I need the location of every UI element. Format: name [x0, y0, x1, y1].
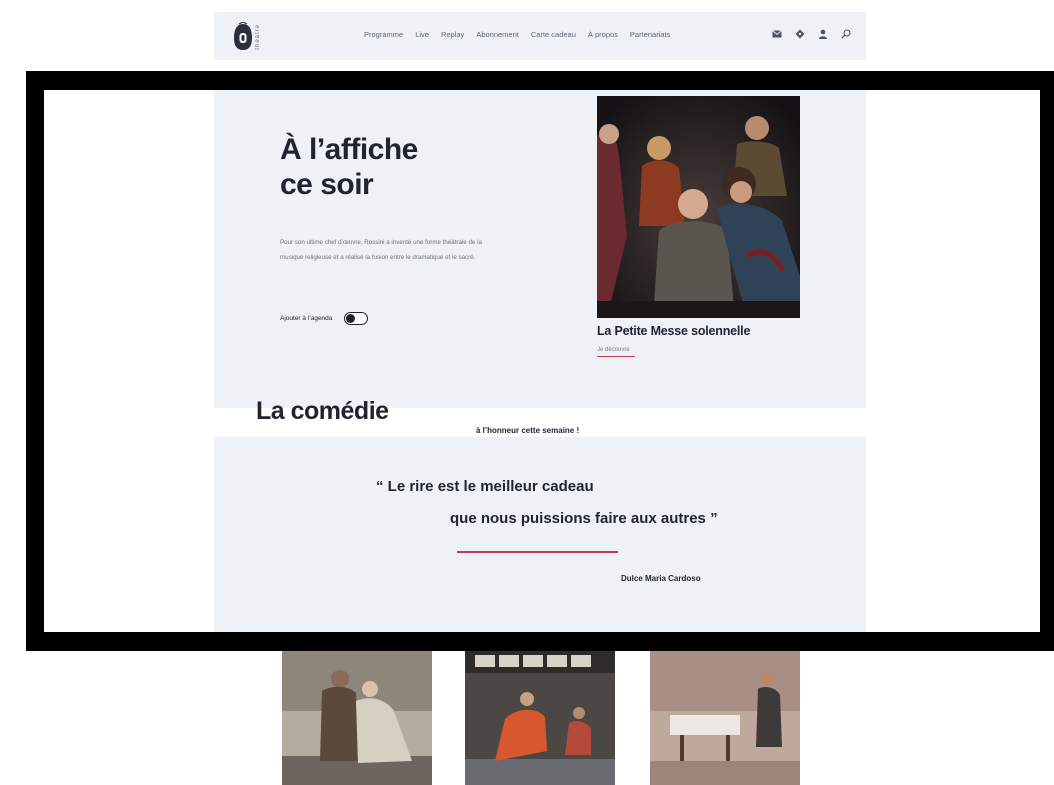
discover-link[interactable]: Je découvre	[597, 347, 630, 353]
show-title[interactable]: La Petite Messe solennelle	[597, 324, 750, 338]
comedy-title: La comédie	[256, 397, 389, 425]
toggle-knob	[346, 314, 356, 323]
logo-wordmark: théâtre	[255, 24, 261, 50]
agenda-label: Ajouter à l’agenda	[280, 315, 333, 322]
main-menu: Programme Live Replay Abonnement Carte c…	[364, 30, 670, 39]
comedy-thumbnail-1[interactable]	[282, 651, 432, 785]
ticket-icon[interactable]	[794, 28, 806, 40]
quote-line-1: “ Le rire est le meilleur cadeau	[376, 478, 594, 495]
menu-item-carte-cadeau[interactable]: Carte cadeau	[531, 30, 576, 39]
mail-icon[interactable]	[771, 28, 783, 40]
menu-item-live[interactable]: Live	[415, 30, 429, 39]
nav-tools	[771, 28, 852, 40]
menu-item-a-propos[interactable]: À propos	[588, 30, 618, 39]
menu-item-partenariats[interactable]: Partenariats	[630, 30, 670, 39]
agenda-toggle[interactable]	[344, 312, 369, 325]
hero-title-line1: À l’affiche	[280, 133, 418, 166]
hero-title-line2: ce soir	[280, 168, 374, 201]
comedy-thumbnail-2[interactable]	[465, 651, 615, 785]
quote-author: Dulce Maria Cardoso	[621, 574, 701, 583]
hero-title: À l’affiche ce soir	[280, 132, 418, 202]
search-icon[interactable]	[840, 28, 852, 40]
agenda-row: Ajouter à l’agenda	[280, 312, 369, 325]
show-photo[interactable]	[597, 96, 800, 318]
discover-underline	[597, 356, 635, 357]
menu-item-abonnement[interactable]: Abonnement	[476, 30, 519, 39]
hero-description: Pour son ultime chef d’œuvre, Rossini a …	[280, 239, 482, 261]
comedy-thumbnail-3[interactable]	[650, 651, 800, 785]
menu-item-replay[interactable]: Replay	[441, 30, 464, 39]
theatre-logo[interactable]	[230, 21, 256, 52]
menu-item-programme[interactable]: Programme	[364, 30, 403, 39]
top-navigation: théâtre Programme Live Replay Abonnement…	[214, 12, 866, 60]
user-icon[interactable]	[817, 28, 829, 40]
quote-divider	[457, 551, 618, 553]
comedy-subtitle: à l’honneur cette semaine !	[476, 426, 580, 435]
quote-line-2: que nous puissions faire aux autres ”	[450, 510, 718, 527]
quote-section	[214, 437, 866, 632]
